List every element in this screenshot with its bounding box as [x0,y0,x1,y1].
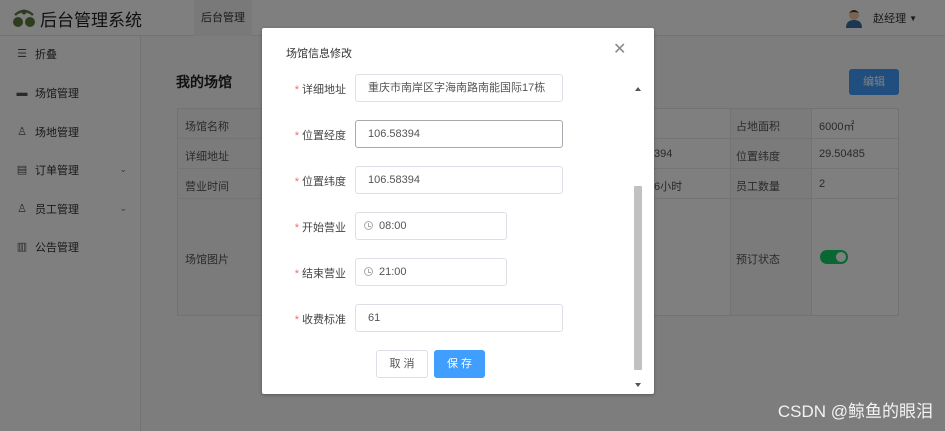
watermark: CSDN @鲸鱼的眼泪 [777,402,933,421]
open-time-value: 08:00 [379,220,407,232]
dialog-scrollbar[interactable] [632,82,644,394]
dialog-title: 场馆信息修改 [286,48,352,60]
form-label: * 收费标准 [294,314,346,326]
form-label: * 结束营业 [294,268,346,280]
close-time-picker[interactable]: 21:00 [355,258,507,286]
form-label: * 位置纬度 [294,176,346,188]
open-time-picker[interactable]: 08:00 [355,212,507,240]
clock-icon [364,267,373,276]
cancel-button[interactable]: 取 消 [376,350,428,378]
save-button[interactable]: 保 存 [434,350,485,378]
scroll-down-arrow-icon[interactable] [635,383,641,387]
form-label: * 位置经度 [294,130,346,142]
form-row-open-time: * 开始营业 08:00 [262,212,632,240]
scroll-thumb[interactable] [634,186,642,370]
form-label: * 详细地址 [294,84,346,96]
required-mark: * [294,268,299,280]
form-row-address: * 详细地址 重庆市南岸区字海南路南能国际17栋 [262,74,632,102]
close-icon[interactable]: ✕ [613,40,626,60]
form-row-latitude: * 位置纬度 106.58394 [262,166,632,194]
close-time-value: 21:00 [379,266,407,278]
price-input[interactable]: 61 [355,304,563,332]
required-mark: * [294,84,299,96]
required-mark: * [294,222,299,234]
required-mark: * [294,176,299,188]
clock-icon [364,221,373,230]
form-label: * 开始营业 [294,222,346,234]
form-row-price: * 收费标准 61 [262,304,632,332]
address-input[interactable]: 重庆市南岸区字海南路南能国际17栋 [355,74,563,102]
edit-venue-dialog: 场馆信息修改 ✕ * 详细地址 重庆市南岸区字海南路南能国际17栋 * 位置经度 1… [262,28,654,394]
scroll-up-arrow-icon[interactable] [635,87,641,91]
required-mark: * [294,314,299,326]
latitude-input[interactable]: 106.58394 [355,166,563,194]
form-row-close-time: * 结束营业 21:00 [262,258,632,286]
required-mark: * [294,130,299,142]
longitude-input[interactable]: 106.58394 [355,120,563,148]
form-row-longitude: * 位置经度 106.58394 [262,120,632,148]
dialog-form: * 详细地址 重庆市南岸区字海南路南能国际17栋 * 位置经度 106.58394 … [262,74,632,394]
